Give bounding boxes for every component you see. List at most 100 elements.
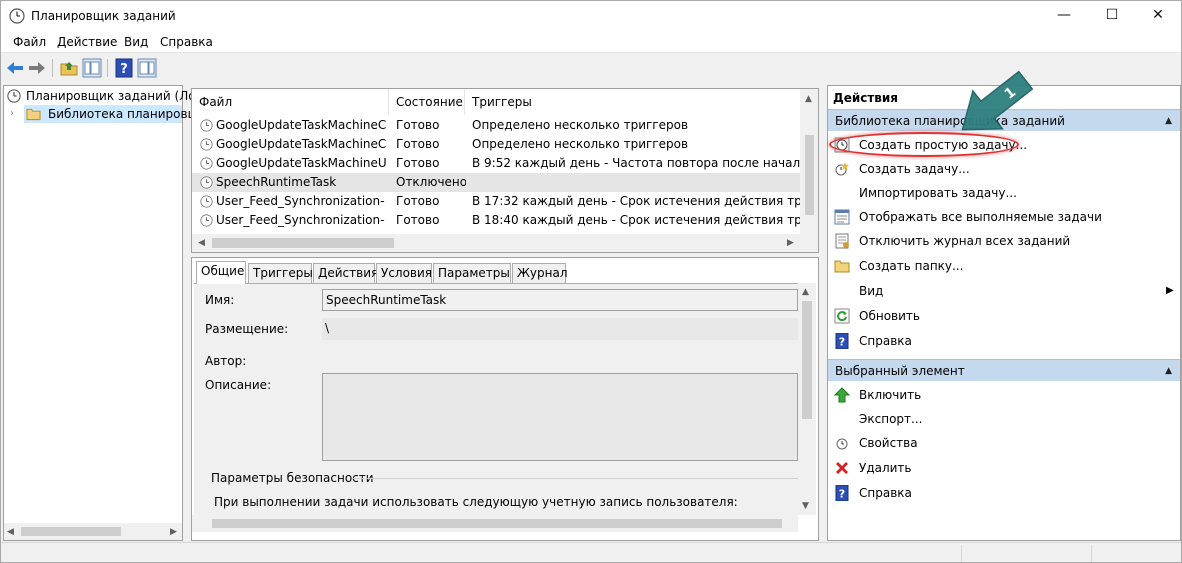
tab-general[interactable]: Общие: [196, 261, 246, 284]
status-segment: [961, 545, 1091, 562]
close-button[interactable]: ✕: [1135, 1, 1181, 31]
author-label: Автор:: [205, 354, 247, 368]
tree-horizontal-scrollbar[interactable]: ◀ ▶: [4, 523, 182, 540]
task-row[interactable]: GoogleUpdateTaskMachineCore Готово Опред…: [192, 116, 800, 135]
show-running-tasks-action[interactable]: Отображать все выполняемые задачи: [828, 205, 1180, 229]
action-label: Отключить журнал всех заданий: [859, 234, 1071, 248]
column-header-triggers[interactable]: Триггеры: [464, 89, 800, 115]
console-tree: Планировщик заданий (Лок › Библиотека пл…: [3, 85, 203, 541]
task-name: GoogleUpdateTaskMachineUA: [216, 156, 386, 170]
tree-root-label: Планировщик заданий (Лок: [26, 89, 203, 103]
collapse-icon[interactable]: ▲: [1165, 360, 1172, 382]
menu-file[interactable]: Файл: [13, 35, 46, 49]
tab-settings[interactable]: Параметры: [433, 263, 511, 283]
scroll-left-icon[interactable]: ◀: [7, 526, 14, 538]
task-state: Готово: [396, 137, 440, 151]
task-row[interactable]: GoogleUpdateTaskMachineUA Готово В 9:52 …: [192, 154, 800, 173]
details-horizontal-scrollbar[interactable]: [192, 515, 798, 532]
tab-conditions[interactable]: Условия: [376, 263, 432, 283]
disable-history-action[interactable]: Отключить журнал всех заданий: [828, 229, 1180, 253]
security-title: Параметры безопасности: [211, 471, 374, 485]
menu-view[interactable]: Вид: [124, 35, 148, 49]
scroll-thumb[interactable]: [802, 301, 812, 419]
toolbar-separator: [107, 59, 108, 77]
scroll-down-icon[interactable]: ▼: [802, 500, 809, 512]
task-row[interactable]: User_Feed_Synchronization-{B... Готово В…: [192, 192, 800, 211]
delete-action[interactable]: Удалить: [828, 456, 1180, 480]
task-details: Общие Триггеры Действия Условия Параметр…: [191, 257, 819, 541]
view-action[interactable]: Вид ▶: [828, 279, 1180, 303]
task-row[interactable]: GoogleUpdateTaskMachineCo... Готово Опре…: [192, 135, 800, 154]
up-folder-icon[interactable]: [59, 58, 79, 78]
minimize-button[interactable]: —: [1041, 1, 1087, 31]
submenu-arrow-icon: ▶: [1166, 285, 1174, 296]
collapse-icon[interactable]: ▲: [1165, 110, 1172, 132]
section-selected-item[interactable]: Выбранный элемент ▲: [828, 359, 1180, 381]
details-vertical-scrollbar[interactable]: ▲ ▼: [798, 283, 816, 515]
menu-help[interactable]: Справка: [160, 35, 213, 49]
tree-item-library[interactable]: › Библиотека планировщ: [10, 105, 199, 123]
task-state: Готово: [396, 118, 440, 132]
scroll-thumb[interactable]: [212, 238, 394, 248]
task-name: SpeechRuntimeTask: [216, 175, 337, 189]
create-task-icon: [835, 162, 849, 176]
tab-actions[interactable]: Действия: [313, 263, 378, 283]
maximize-button[interactable]: ☐: [1089, 1, 1135, 31]
task-list-horizontal-scrollbar[interactable]: ◀ ▶: [192, 234, 818, 252]
name-label: Имя:: [205, 293, 235, 307]
action-label: Создать папку...: [859, 259, 964, 273]
export-action[interactable]: Экспорт...: [828, 407, 1180, 431]
scroll-up-icon[interactable]: ▲: [802, 286, 809, 298]
tree-item-root[interactable]: Планировщик заданий (Лок: [4, 87, 203, 105]
task-state: Готово: [396, 194, 440, 208]
help-icon[interactable]: ?: [114, 58, 134, 78]
tab-history[interactable]: Журнал: [512, 263, 568, 283]
new-folder-action[interactable]: Создать папку...: [828, 254, 1180, 278]
column-header-file[interactable]: Файл: [192, 89, 388, 115]
properties-action[interactable]: Свойства: [828, 431, 1180, 455]
scroll-thumb[interactable]: [21, 527, 121, 536]
scroll-up-icon[interactable]: ▲: [805, 93, 812, 105]
task-clock-icon: [200, 176, 213, 189]
task-row-selected[interactable]: SpeechRuntimeTask Отключено: [192, 173, 800, 192]
create-task-action[interactable]: Создать задачу...: [828, 157, 1180, 181]
location-field[interactable]: \: [322, 318, 798, 340]
svg-text:?: ?: [839, 488, 845, 501]
import-task-action[interactable]: Импортировать задачу...: [828, 181, 1180, 205]
refresh-action[interactable]: Обновить: [828, 304, 1180, 328]
help-action-selected[interactable]: ? Справка: [828, 481, 1180, 505]
scroll-thumb[interactable]: [212, 519, 782, 528]
show-hide-tree-icon[interactable]: [82, 58, 102, 78]
action-label: Включить: [859, 388, 922, 402]
scroll-right-icon[interactable]: ▶: [787, 237, 794, 249]
name-field[interactable]: SpeechRuntimeTask: [322, 289, 798, 311]
action-label: Отображать все выполняемые задачи: [859, 210, 1102, 224]
menu-action[interactable]: Действие: [57, 35, 117, 49]
task-trigger: В 18:40 каждый день - Срок истечения дей…: [472, 213, 800, 227]
task-row[interactable]: User_Feed_Synchronization-{E... Готово В…: [192, 211, 800, 230]
action-label: Свойства: [859, 436, 918, 450]
chevron-right-icon[interactable]: ›: [10, 105, 14, 123]
scroll-thumb[interactable]: [805, 135, 814, 215]
clock-icon: [9, 8, 25, 24]
task-scheduler-window: Планировщик заданий — ☐ ✕ Файл Действие …: [0, 0, 1182, 563]
action-label: Создать задачу...: [859, 162, 970, 176]
forward-arrow-icon[interactable]: [27, 58, 47, 78]
show-hide-action-pane-icon[interactable]: [137, 58, 157, 78]
tab-triggers[interactable]: Триггеры: [248, 263, 313, 283]
back-arrow-icon[interactable]: [5, 58, 25, 78]
task-trigger: Определено несколько триггеров: [472, 137, 689, 151]
task-list-vertical-scrollbar[interactable]: ▲: [800, 89, 818, 234]
delete-icon: [836, 462, 848, 474]
scroll-left-icon[interactable]: ◀: [198, 237, 205, 249]
toolbar-separator: [52, 59, 53, 77]
scroll-right-icon[interactable]: ▶: [170, 526, 177, 538]
task-name: User_Feed_Synchronization-{B...: [216, 194, 386, 208]
description-field[interactable]: [322, 373, 798, 461]
enable-action[interactable]: Включить: [828, 383, 1180, 407]
folder-icon: [26, 108, 41, 121]
task-clock-icon: [200, 119, 213, 132]
help-action[interactable]: ? Справка: [828, 329, 1180, 353]
task-list: Файл Состояние Триггеры GoogleUpdateTask…: [191, 88, 819, 253]
column-header-state[interactable]: Состояние: [388, 89, 464, 115]
